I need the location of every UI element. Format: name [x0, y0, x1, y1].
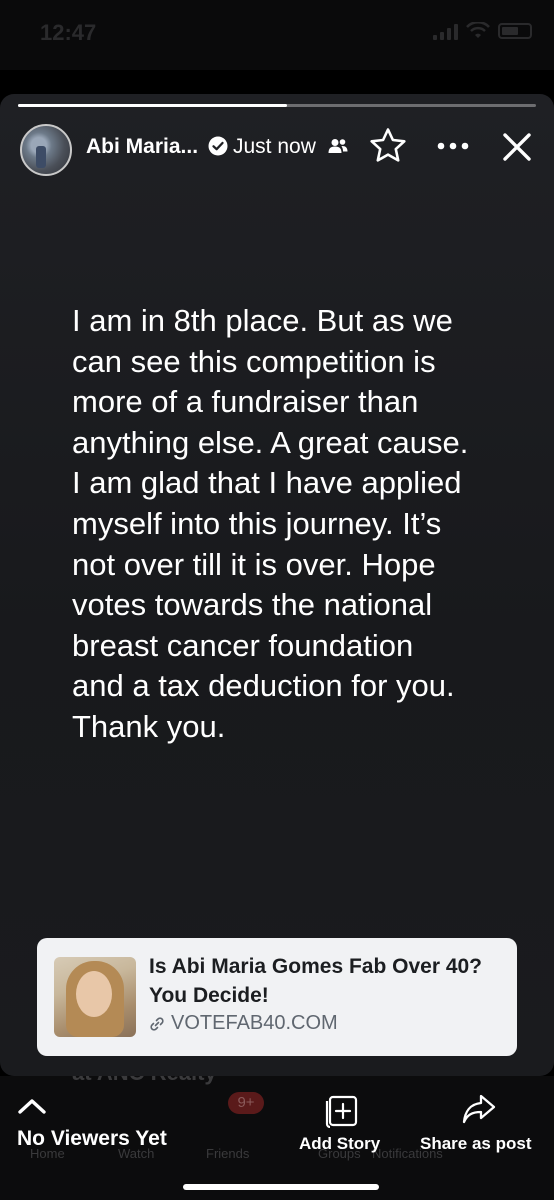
link-title: Is Abi Maria Gomes Fab Over 40? You Deci… [149, 955, 483, 1007]
home-indicator[interactable] [183, 1184, 379, 1190]
status-icons [433, 22, 532, 40]
link-domain: VOTEFAB40.COM [171, 1012, 338, 1034]
story-progress-fill [18, 104, 288, 107]
signal-icon [433, 22, 458, 40]
add-story-button[interactable]: Add Story [299, 1134, 380, 1154]
author-name[interactable]: Abi Maria... [86, 135, 198, 159]
more-options-icon[interactable] [436, 132, 470, 160]
link-domain-row: VOTEFAB40.COM [149, 1012, 338, 1035]
status-bar: 12:47 [0, 0, 554, 70]
status-time: 12:47 [40, 20, 97, 45]
notification-badge: 9+ [228, 1092, 264, 1114]
wifi-icon [466, 22, 490, 38]
background-nav-friends: Friends [206, 1146, 250, 1161]
post-timestamp: Just now [233, 135, 316, 158]
share-icon[interactable] [461, 1092, 497, 1126]
share-as-post-button[interactable]: Share as post [420, 1134, 532, 1154]
story-header: Abi Maria... Just now [0, 122, 554, 184]
verified-badge-icon [208, 136, 228, 156]
battery-icon [498, 23, 532, 39]
link-icon [150, 1016, 164, 1031]
close-icon[interactable] [500, 130, 534, 164]
link-preview-card[interactable]: Is Abi Maria Gomes Fab Over 40? You Deci… [37, 938, 517, 1056]
add-story-icon[interactable] [325, 1094, 359, 1128]
story-progress-bar [18, 104, 536, 107]
story-card[interactable]: Abi Maria... Just now I am in 8th place.… [0, 94, 554, 1076]
link-thumbnail [54, 957, 136, 1037]
friends-icon [328, 139, 348, 153]
viewers-label[interactable]: No Viewers Yet [17, 1127, 167, 1151]
avatar[interactable] [20, 124, 72, 176]
story-text: I am in 8th place. But as we can see thi… [72, 303, 469, 744]
chevron-up-icon[interactable] [17, 1097, 47, 1115]
star-icon[interactable] [368, 126, 408, 166]
